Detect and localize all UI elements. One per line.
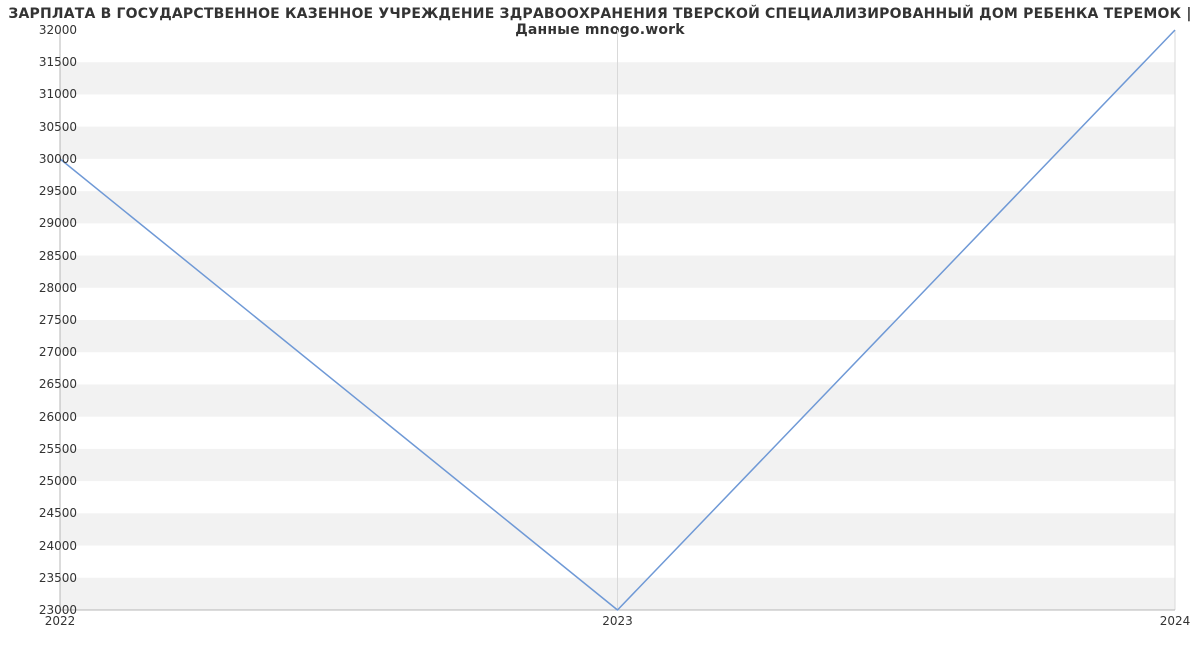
chart-root: ЗАРПЛАТА В ГОСУДАРСТВЕННОЕ КАЗЕННОЕ УЧРЕ… <box>0 0 1200 650</box>
y-tick-label: 29000 <box>39 216 77 230</box>
y-tick-label: 28000 <box>39 281 77 295</box>
y-tick-label: 30500 <box>39 120 77 134</box>
y-tick-label: 25500 <box>39 442 77 456</box>
x-tick-label: 2023 <box>602 614 633 628</box>
y-tick-label: 25000 <box>39 474 77 488</box>
y-tick-label: 27000 <box>39 345 77 359</box>
y-tick-label: 31000 <box>39 87 77 101</box>
y-tick-label: 29500 <box>39 184 77 198</box>
y-tick-label: 31500 <box>39 55 77 69</box>
y-tick-label: 26000 <box>39 410 77 424</box>
y-tick-label: 27500 <box>39 313 77 327</box>
y-tick-label: 24000 <box>39 539 77 553</box>
y-tick-label: 30000 <box>39 152 77 166</box>
y-tick-label: 28500 <box>39 249 77 263</box>
y-tick-label: 32000 <box>39 23 77 37</box>
x-tick-label: 2024 <box>1160 614 1191 628</box>
y-tick-label: 24500 <box>39 506 77 520</box>
y-tick-label: 23500 <box>39 571 77 585</box>
plot-area <box>60 30 1175 610</box>
y-tick-label: 26500 <box>39 377 77 391</box>
chart-svg <box>60 30 1175 610</box>
x-tick-label: 2022 <box>45 614 76 628</box>
